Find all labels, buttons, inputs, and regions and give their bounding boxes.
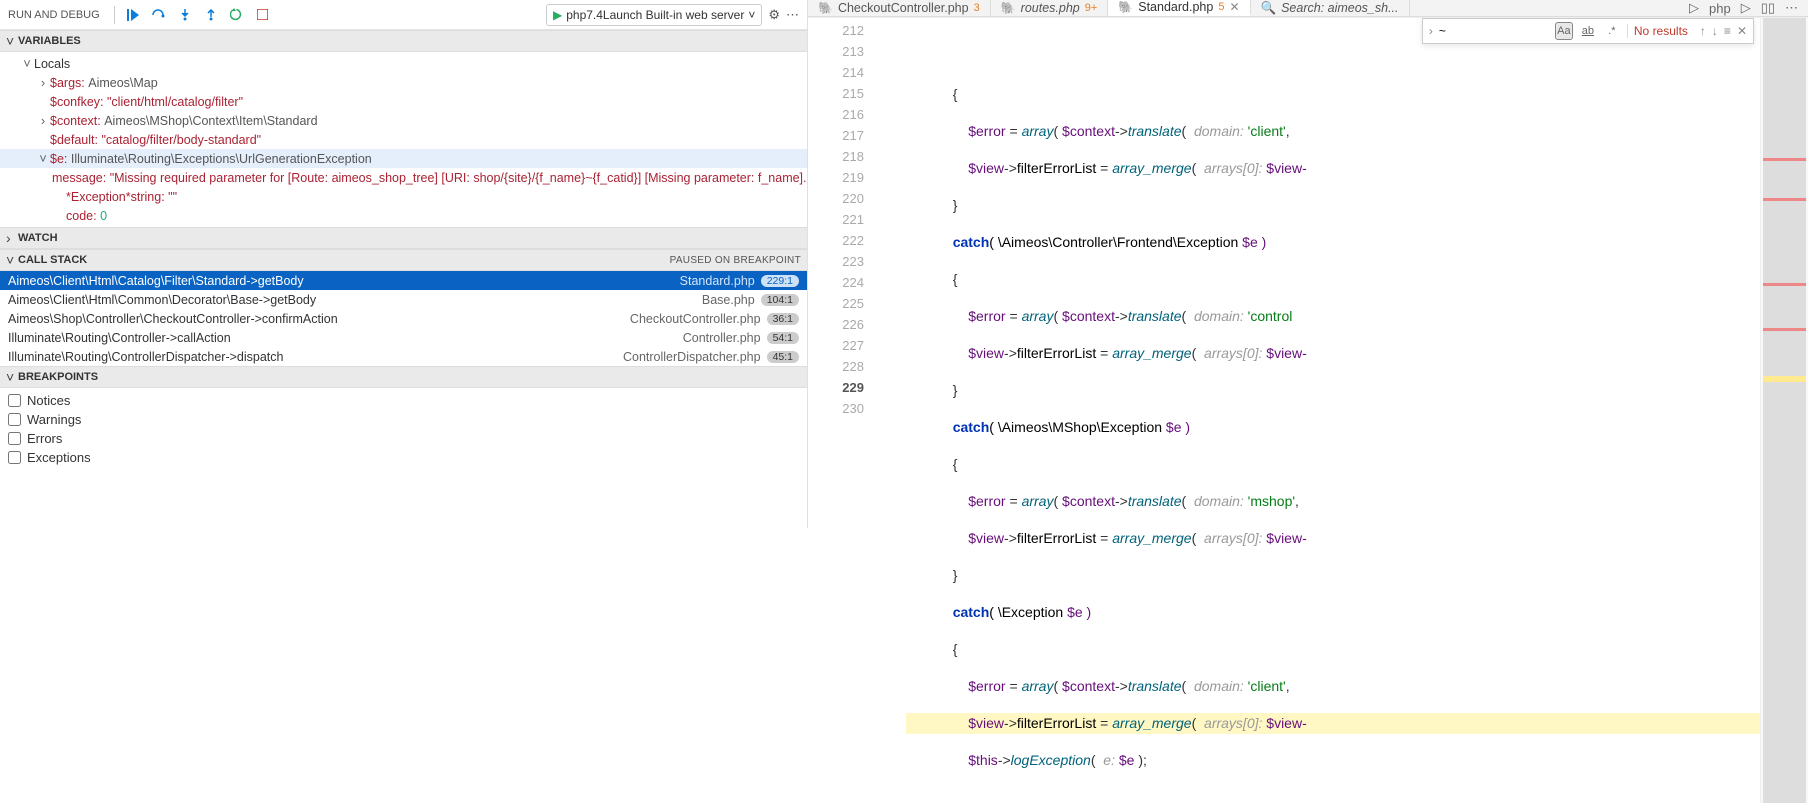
launch-config-label: php7.4Launch Built-in web server	[566, 8, 744, 22]
more-icon[interactable]: ⋯	[1785, 0, 1798, 16]
stack-frame[interactable]: Aimeos\Client\Html\Catalog\Filter\Standa…	[0, 271, 807, 290]
gear-icon[interactable]: ⚙	[768, 7, 780, 23]
debug-console-icon[interactable]: ▷	[1741, 0, 1751, 16]
editor-tab-bar: 🐘CheckoutController.php3 🐘routes.php9+ 🐘…	[808, 0, 1808, 17]
stack-frame[interactable]: Aimeos\Shop\Controller\CheckoutControlle…	[0, 309, 807, 328]
tab-checkoutcontroller[interactable]: 🐘CheckoutController.php3	[808, 0, 991, 16]
bp-checkbox[interactable]	[8, 451, 21, 464]
chevron-down-icon: ˅	[6, 369, 18, 385]
callstack-section-header[interactable]: ˅ CALL STACK PAUSED ON BREAKPOINT	[0, 249, 807, 271]
var-args[interactable]: ›$args: Aimeos\Map	[0, 73, 807, 92]
stop-icon[interactable]	[253, 5, 273, 25]
breakpoints-section-header[interactable]: ˅ BREAKPOINTS	[0, 366, 807, 388]
var-message[interactable]: message: "Missing required parameter for…	[0, 168, 807, 187]
find-in-selection-icon[interactable]: ≡	[1724, 24, 1731, 38]
find-results: No results	[1627, 24, 1694, 38]
var-default[interactable]: $default: "catalog/filter/body-standard"	[0, 130, 807, 149]
bp-warnings[interactable]: Warnings	[8, 410, 799, 429]
callstack-body: Aimeos\Client\Html\Catalog\Filter\Standa…	[0, 271, 807, 366]
find-input[interactable]	[1439, 24, 1549, 38]
tab-standard[interactable]: 🐘Standard.php5✕	[1108, 0, 1250, 16]
php-icon[interactable]: php	[1709, 1, 1731, 16]
bp-checkbox[interactable]	[8, 413, 21, 426]
close-icon[interactable]: ✕	[1737, 24, 1747, 38]
watch-section-header[interactable]: › WATCH	[0, 227, 807, 249]
editor-tab-tools: ▷ php ▷ ▯▯ ⋯	[1679, 0, 1808, 16]
chevron-down-icon: ˅	[6, 33, 18, 49]
var-exception-string[interactable]: *Exception*string: ""	[0, 187, 807, 206]
var-code[interactable]: code: 0	[0, 206, 807, 225]
locals-scope[interactable]: ˅Locals	[0, 54, 807, 73]
paused-status: PAUSED ON BREAKPOINT	[670, 255, 801, 266]
continue-icon[interactable]	[123, 5, 143, 25]
stack-frame[interactable]: Illuminate\Routing\Controller->callActio…	[0, 328, 807, 347]
code-editor[interactable]: › Aa ab .* No results ↑ ↓ ≡ ✕ { $error =…	[906, 18, 1760, 803]
launch-config-select[interactable]: ▶ php7.4Launch Built-in web server ˅	[546, 4, 762, 26]
regex-icon[interactable]: .*	[1603, 22, 1621, 40]
breakpoints-label: BREAKPOINTS	[18, 371, 98, 383]
callstack-label: CALL STACK	[18, 254, 87, 266]
var-confkey[interactable]: $confkey: "client/html/catalog/filter"	[0, 92, 807, 111]
variables-label: VARIABLES	[18, 35, 81, 47]
chevron-down-icon: ˅	[748, 8, 755, 22]
bp-exceptions[interactable]: Exceptions	[8, 448, 799, 467]
play-icon: ▶	[553, 8, 562, 22]
toolbar-divider	[114, 6, 115, 24]
close-icon[interactable]: ✕	[1229, 0, 1239, 14]
php-icon: 🐘	[818, 1, 833, 15]
php-icon: 🐘	[1118, 0, 1133, 14]
tab-routes[interactable]: 🐘routes.php9+	[991, 0, 1109, 16]
var-exception[interactable]: ˅$e: Illuminate\Routing\Exceptions\UrlGe…	[0, 149, 807, 168]
variables-body: ˅Locals ›$args: Aimeos\Map $confkey: "cl…	[0, 52, 807, 227]
restart-icon[interactable]	[227, 5, 247, 25]
debug-toolbar: RUN AND DEBUG ▶ php7.4Launch Built-in we…	[0, 0, 807, 30]
next-match-icon[interactable]: ↓	[1712, 24, 1718, 38]
stack-frame[interactable]: Aimeos\Client\Html\Common\Decorator\Base…	[0, 290, 807, 309]
bp-checkbox[interactable]	[8, 394, 21, 407]
previous-match-icon[interactable]: ↑	[1700, 24, 1706, 38]
bp-errors[interactable]: Errors	[8, 429, 799, 448]
debug-php-icon[interactable]: ▷	[1689, 0, 1699, 16]
breakpoints-body: Notices Warnings Errors Exceptions	[0, 388, 807, 470]
split-editor-icon[interactable]: ▯▯	[1761, 0, 1775, 16]
more-icon[interactable]: ⋯	[786, 7, 799, 23]
stack-frame[interactable]: Illuminate\Routing\ControllerDispatcher-…	[0, 347, 807, 366]
chevron-right-icon[interactable]: ›	[1429, 24, 1433, 38]
step-out-icon[interactable]	[201, 5, 221, 25]
step-over-icon[interactable]	[149, 5, 169, 25]
watch-label: WATCH	[18, 232, 58, 244]
search-icon: 🔍	[1261, 1, 1277, 16]
chevron-down-icon: ˅	[6, 252, 18, 268]
chevron-right-icon: ›	[6, 230, 18, 246]
fold-gutter[interactable]	[884, 18, 906, 803]
variables-section-header[interactable]: ˅ VARIABLES	[0, 30, 807, 52]
minimap[interactable]	[1760, 18, 1808, 803]
line-gutter[interactable]: 212 213 214 215 216 217 218 219 220 221 …	[808, 18, 884, 803]
bp-checkbox[interactable]	[8, 432, 21, 445]
find-widget: › Aa ab .* No results ↑ ↓ ≡ ✕	[1422, 18, 1754, 44]
run-debug-title: RUN AND DEBUG	[8, 9, 106, 21]
step-into-icon[interactable]	[175, 5, 195, 25]
php-icon: 🐘	[1001, 1, 1016, 15]
match-case-icon[interactable]: Aa	[1555, 22, 1573, 40]
var-context[interactable]: ›$context: Aimeos\MShop\Context\Item\Sta…	[0, 111, 807, 130]
bp-notices[interactable]: Notices	[8, 391, 799, 410]
whole-word-icon[interactable]: ab	[1579, 22, 1597, 40]
tab-search[interactable]: 🔍Search: aimeos_sh...	[1251, 0, 1410, 16]
